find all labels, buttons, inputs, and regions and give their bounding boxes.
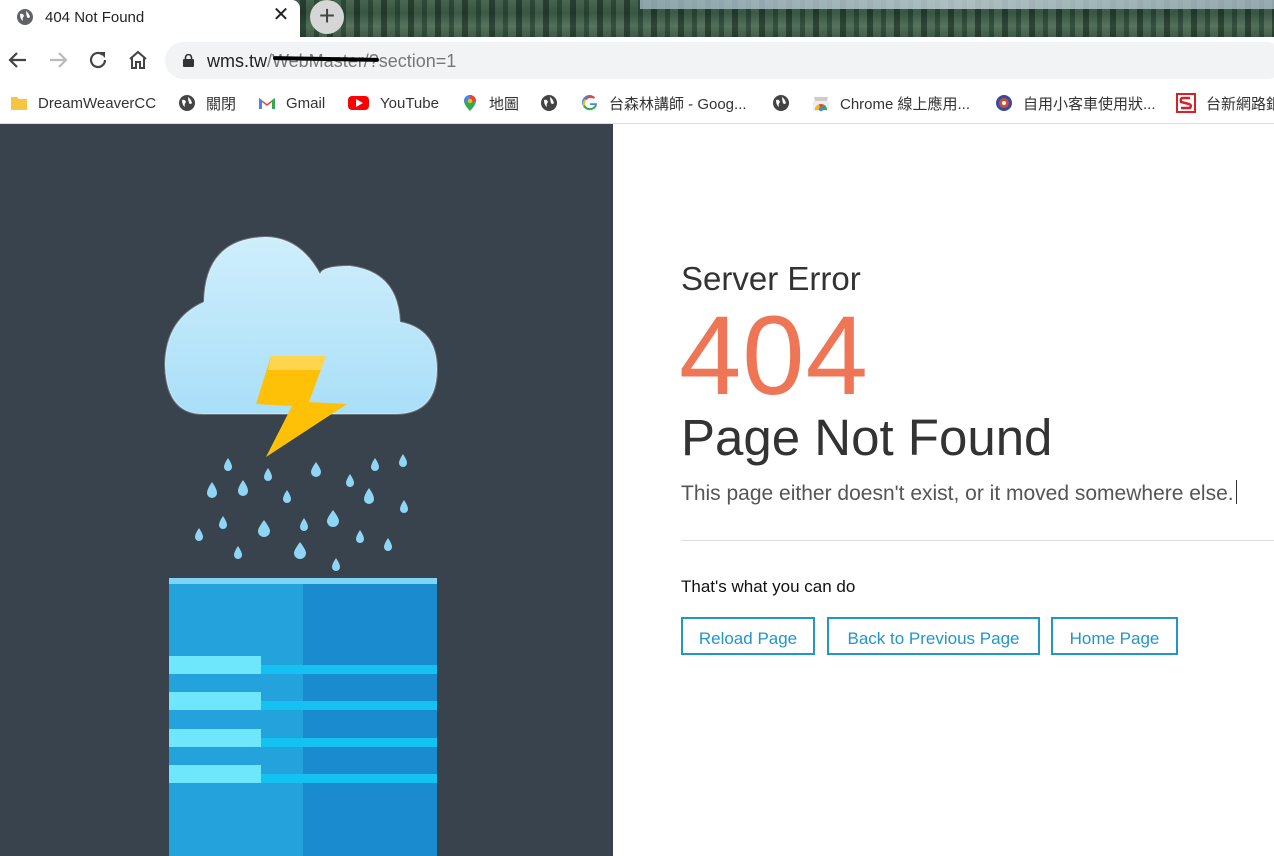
gmail-icon (259, 98, 275, 109)
bookmark-gmail[interactable]: Gmail (258, 92, 325, 114)
emblem-icon (996, 95, 1012, 111)
bookmark-label: DreamWeaverCC (38, 94, 157, 112)
storm-server-illustration (163, 235, 439, 856)
globe-icon (541, 95, 557, 111)
bookmark-dreamweavercc[interactable]: DreamWeaverCC (10, 92, 156, 114)
bookmark-label: 關閉 (206, 95, 237, 113)
globe-icon (17, 9, 33, 25)
maps-icon (464, 95, 476, 111)
rain-drops (195, 454, 408, 571)
bookmark-maps[interactable]: 地圖 (461, 92, 519, 114)
tab-active[interactable]: 404 Not Found ✕ (0, 0, 300, 37)
home-page-button[interactable]: Home Page (1051, 617, 1178, 655)
home-icon[interactable] (126, 48, 150, 72)
new-tab-button[interactable]: + (310, 0, 344, 34)
bookmark-close[interactable]: 關閉 (178, 92, 236, 114)
youtube-icon (348, 96, 369, 110)
tab-title: 404 Not Found (45, 9, 145, 26)
page-content: Server Error 404 Page Not Found This pag… (0, 124, 1274, 856)
reload-page-button[interactable]: Reload Page (681, 617, 815, 655)
bookmark-unnamed-2[interactable] (772, 92, 800, 114)
server-tower-icon (169, 578, 437, 856)
reload-icon[interactable] (86, 48, 110, 72)
error-code: 404 (679, 293, 869, 418)
tab-close-icon[interactable]: ✕ (270, 4, 292, 26)
bookmark-label: Chrome 線上應用... (840, 95, 971, 113)
forward-icon[interactable] (46, 48, 70, 72)
chrome-webstore-icon (813, 97, 829, 112)
tab-strip: 404 Not Found ✕ + (0, 0, 1274, 37)
theme-sky (640, 0, 1274, 9)
url-host: wms.tw (207, 51, 267, 71)
lock-icon[interactable] (183, 54, 194, 67)
error-description-text: This page either doesn't exist, or it mo… (681, 482, 1234, 505)
back-to-previous-page-button[interactable]: Back to Previous Page (827, 617, 1040, 655)
bookmark-youtube[interactable]: YouTube (348, 92, 439, 114)
globe-icon (179, 95, 195, 111)
globe-icon (773, 95, 789, 111)
bookmark-label: Gmail (286, 94, 326, 112)
address-bar[interactable]: wms.tw/WebMaster/?section=1 (165, 42, 1274, 79)
url-text: wms.tw/WebMaster/?section=1 (207, 51, 456, 72)
page-title: Page Not Found (681, 409, 1053, 466)
text-caret (1235, 480, 1237, 504)
folder-icon (11, 97, 27, 110)
illustration-pane (0, 124, 613, 856)
bookmark-taishin[interactable]: 台新網路銀 (1176, 92, 1274, 114)
bookmark-label: 地圖 (489, 95, 520, 113)
actions-heading: That's what you can do (681, 577, 856, 596)
bookmark-chrome-webstore[interactable]: Chrome 線上應用... (812, 92, 970, 114)
bookmarks-bar: DreamWeaverCC 關閉 Gmail YouTube 地圖 台森林講師 … (0, 84, 1274, 124)
bookmark-unnamed-1[interactable] (540, 92, 568, 114)
taishin-icon (1176, 93, 1196, 113)
bookmark-label: 自用小客車使用狀... (1023, 95, 1156, 113)
bookmark-label: 台新網路銀 (1206, 95, 1274, 113)
bookmark-vehicle[interactable]: 自用小客車使用狀... (995, 92, 1156, 114)
bookmark-label: YouTube (380, 94, 439, 112)
error-content: Server Error 404 Page Not Found This pag… (613, 124, 1274, 856)
error-description: This page either doesn't exist, or it mo… (681, 480, 1237, 506)
back-icon[interactable] (6, 48, 30, 72)
google-icon (582, 94, 597, 111)
divider (681, 540, 1274, 541)
toolbar: wms.tw/WebMaster/?section=1 (0, 37, 1274, 84)
bookmark-label: 台森林講師 - Goog... (609, 95, 747, 113)
url-query: ?section=1 (368, 51, 457, 71)
bookmark-google-doc[interactable]: 台森林講師 - Goog... (581, 92, 747, 114)
